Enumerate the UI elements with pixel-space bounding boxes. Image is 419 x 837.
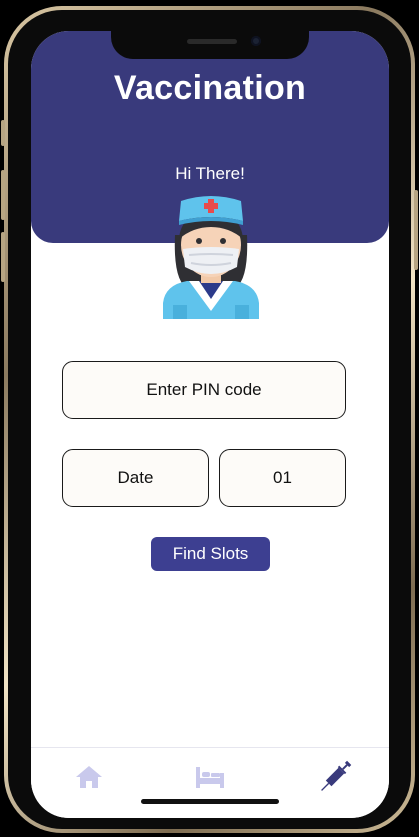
tab-home[interactable] xyxy=(69,760,109,794)
power-button xyxy=(414,190,418,270)
notch xyxy=(111,31,309,59)
bed-icon xyxy=(196,767,224,788)
home-icon xyxy=(76,766,102,788)
volume-down-button xyxy=(1,232,5,282)
screen: Vaccination Hi There! Enter PIN code Dat… xyxy=(31,31,389,818)
page-title: Vaccination xyxy=(113,69,307,107)
date-picker[interactable]: Date xyxy=(62,449,209,507)
syringe-icon xyxy=(321,760,352,791)
nurse-avatar-icon xyxy=(163,196,259,319)
mute-switch xyxy=(1,120,5,146)
volume-up-button xyxy=(1,170,5,220)
home-indicator xyxy=(141,799,279,804)
greeting-text: Hi There! xyxy=(175,164,245,183)
find-slots-button[interactable]: Find Slots xyxy=(151,537,270,571)
bottom-tab-bar xyxy=(31,747,389,818)
tab-hospital-beds[interactable] xyxy=(190,760,230,794)
speaker-grille xyxy=(187,39,237,44)
tab-vaccination[interactable] xyxy=(315,760,355,794)
pin-code-input[interactable]: Enter PIN code xyxy=(62,361,346,419)
day-select[interactable]: 01 xyxy=(219,449,346,507)
front-camera xyxy=(251,36,261,46)
